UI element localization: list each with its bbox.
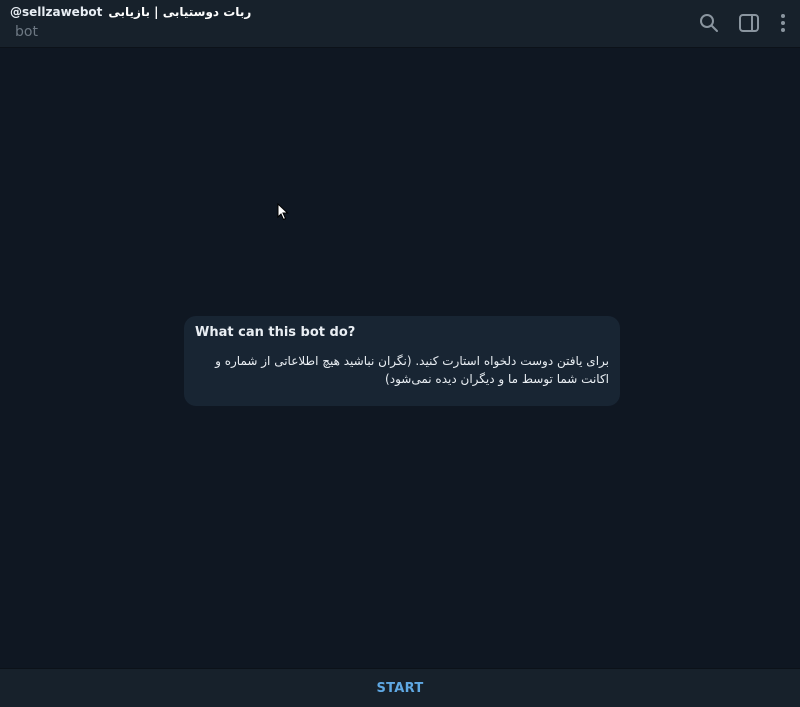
bot-description-card: What can this bot do? برای یافتن دوست دل… — [184, 316, 620, 406]
chat-subtitle: bot — [15, 24, 38, 40]
start-button[interactable]: START — [364, 675, 435, 702]
bot-description-text: برای یافتن دوست دلخواه استارت کنید. (نگر… — [215, 354, 609, 386]
sidebar-toggle-icon[interactable] — [738, 12, 760, 34]
telegram-chat-window: @sellzawebot ربات دوستیابی | بازیابی bot — [0, 0, 800, 707]
bottom-bar: START — [0, 668, 800, 707]
mouse-pointer-icon — [277, 203, 289, 221]
header-actions — [698, 12, 788, 34]
bot-name: ربات دوستیابی | بازیابی — [108, 5, 252, 19]
chat-header: @sellzawebot ربات دوستیابی | بازیابی bot — [0, 0, 800, 48]
more-vertical-icon[interactable] — [778, 12, 788, 34]
bot-username: @sellzawebot — [10, 5, 103, 19]
chat-area: What can this bot do? برای یافتن دوست دل… — [0, 48, 800, 668]
chat-title[interactable]: @sellzawebot ربات دوستیابی | بازیابی — [10, 5, 251, 19]
bot-description-title: What can this bot do? — [195, 325, 356, 340]
search-icon[interactable] — [698, 12, 720, 34]
